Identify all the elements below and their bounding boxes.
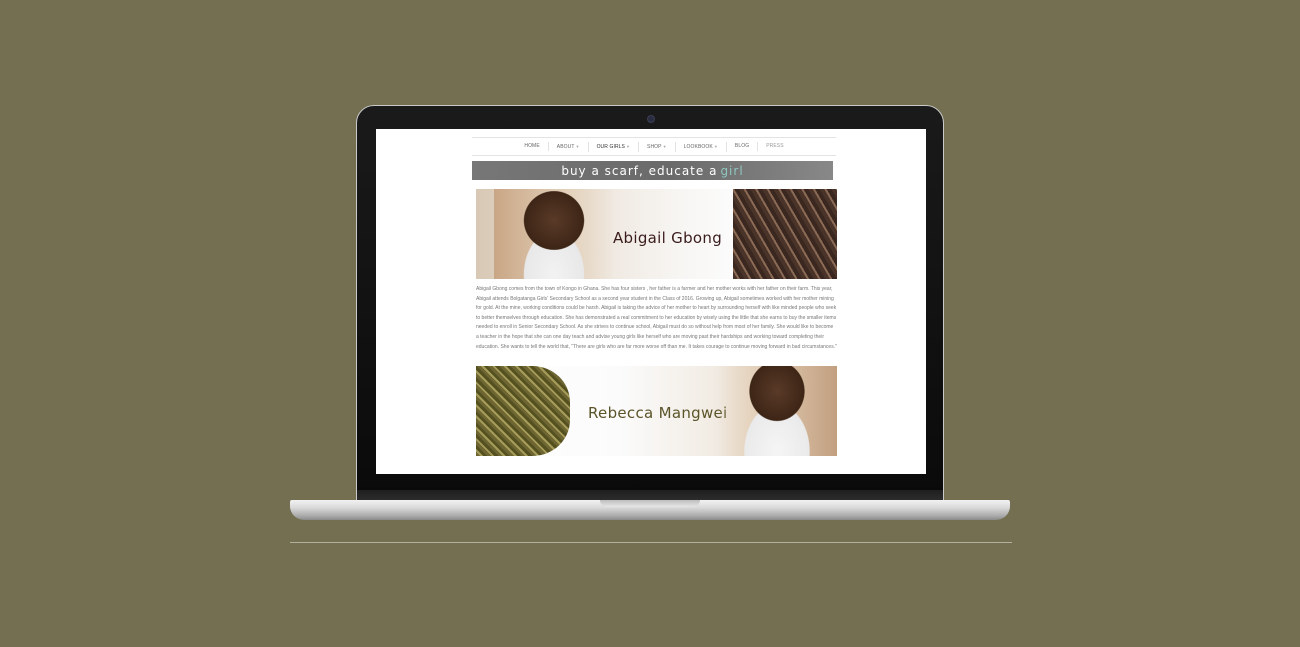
chevron-down-icon: ▼ <box>575 143 580 149</box>
profile-name: Abigail Gbong <box>613 229 723 247</box>
laptop-screen: HOME ABOUT▼ OUR GIRLS▼ SHOP▼ LOOKBOOK▼ B… <box>376 129 926 474</box>
profile-name: Rebecca Mangwei <box>588 404 728 423</box>
nav-item-shop[interactable]: SHOP▼ <box>639 141 676 152</box>
surface-reflection <box>290 542 1012 543</box>
nav-label: LOOKBOOK <box>683 143 713 150</box>
profile-hero-abigail: Abigail Gbong <box>476 189 837 279</box>
chevron-down-icon: ▼ <box>662 143 667 149</box>
nav-item-our-girls[interactable]: OUR GIRLS▼ <box>589 141 640 152</box>
nav-item-lookbook[interactable]: LOOKBOOK▼ <box>676 141 727 152</box>
chevron-down-icon: ▼ <box>713 143 718 149</box>
nav-label: HOME <box>524 143 540 149</box>
main-nav: HOME ABOUT▼ OUR GIRLS▼ SHOP▼ LOOKBOOK▼ B… <box>472 137 836 156</box>
laptop-lid: HOME ABOUT▼ OUR GIRLS▼ SHOP▼ LOOKBOOK▼ B… <box>356 105 944 503</box>
banner-text: buy a scarf, educate a <box>561 163 718 178</box>
website: HOME ABOUT▼ OUR GIRLS▼ SHOP▼ LOOKBOOK▼ B… <box>472 137 837 457</box>
girl-photo <box>717 366 837 457</box>
scarf-photo <box>733 189 837 279</box>
profile-hero-rebecca: Rebecca Mangwei <box>476 366 837 457</box>
nav-label: SHOP <box>647 143 662 150</box>
nav-item-home[interactable]: HOME <box>516 142 549 151</box>
nav-item-blog[interactable]: BLOG <box>727 142 759 151</box>
mockup-scene: HOME ABOUT▼ OUR GIRLS▼ SHOP▼ LOOKBOOK▼ B… <box>0 0 1300 647</box>
nav-item-about[interactable]: ABOUT▼ <box>549 141 589 152</box>
laptop-notch <box>600 500 700 507</box>
camera-icon <box>647 115 655 123</box>
chevron-down-icon: ▼ <box>625 143 631 149</box>
nav-item-press[interactable]: PRESS <box>758 142 791 151</box>
profile-bio: Abigail Gbong comes from the town of Kon… <box>476 286 837 350</box>
nav-label: OUR GIRLS <box>596 143 625 150</box>
girl-photo <box>494 189 614 279</box>
banner-accent-text: girl <box>720 163 744 178</box>
nav-label: PRESS <box>766 143 784 149</box>
nav-label: BLOG <box>734 143 750 149</box>
laptop-base <box>290 500 1010 520</box>
nav-label: ABOUT <box>556 143 575 150</box>
tagline-banner: buy a scarf, educate a girl <box>472 161 833 180</box>
scarf-photo <box>476 366 570 457</box>
